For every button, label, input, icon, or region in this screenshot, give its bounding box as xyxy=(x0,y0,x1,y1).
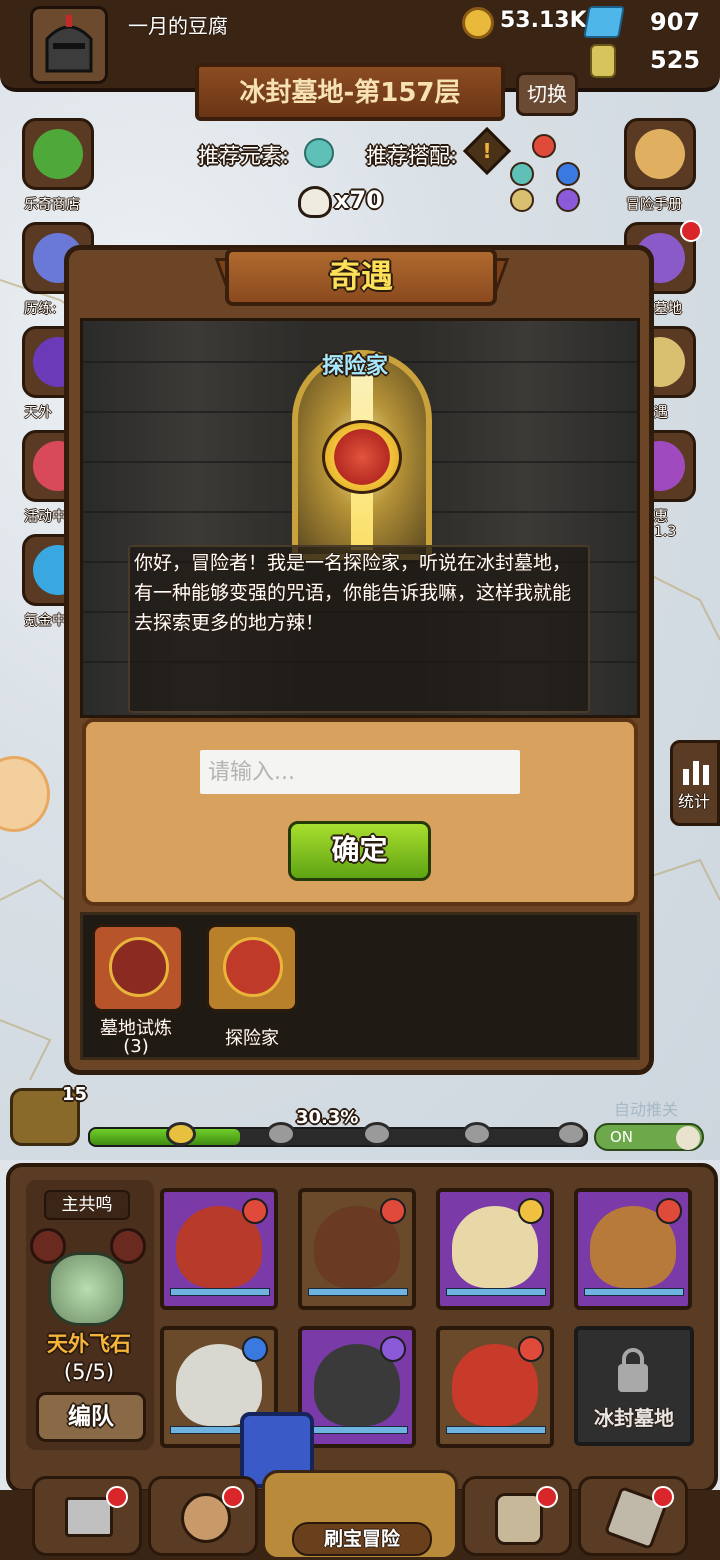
element-icon xyxy=(656,1198,682,1224)
event-count-trial: (3) xyxy=(123,1036,149,1057)
toggle-knob xyxy=(676,1126,700,1150)
element-icon xyxy=(518,1198,544,1224)
side-button-shop[interactable] xyxy=(22,118,94,190)
hero-card-demon-hero[interactable] xyxy=(160,1188,278,1310)
scroll-icon xyxy=(635,129,685,179)
side-label-deals: 惠 xyxy=(654,509,668,525)
side-label-graveyard: 墓地 xyxy=(654,301,682,317)
confirm-button[interactable]: 确定 xyxy=(288,821,431,881)
skull-icon xyxy=(298,186,332,218)
dialog-text: 你好，冒险者！我是一名探险家，听说在冰封墓地，有一种能够变强的咒语，你能告诉我嘛… xyxy=(134,552,572,634)
floor-title: 冰封墓地-第157层 xyxy=(195,63,505,121)
side-label-handbook: 冒险手册 xyxy=(626,197,682,213)
side-label-topup: 氪金中 xyxy=(24,613,66,629)
side-button-handbook[interactable] xyxy=(624,118,696,190)
knight-helmet-icon xyxy=(45,15,93,73)
lock-icon xyxy=(618,1364,648,1392)
clover-icon xyxy=(33,129,83,179)
warning-icon-glyph: ! xyxy=(482,139,492,163)
key-icon xyxy=(266,1122,296,1146)
notification-dot xyxy=(222,1486,244,1508)
hero-level-bar xyxy=(170,1288,270,1296)
locked-slot-label: 冰封墓地 xyxy=(594,1406,674,1430)
shop-icon xyxy=(65,1497,113,1537)
explorer-emblem-icon xyxy=(223,937,283,997)
nav-shop-button[interactable] xyxy=(32,1476,142,1556)
notification-dot xyxy=(652,1486,674,1508)
gold-key-icon xyxy=(166,1122,196,1146)
side-label-event: 活动中 xyxy=(24,509,66,525)
element-icon xyxy=(518,1336,544,1362)
element-icon xyxy=(380,1336,406,1362)
resonance-badge: 主共鸣 xyxy=(44,1190,130,1220)
potion-amount: 525 xyxy=(650,46,701,74)
hero-level-bar xyxy=(446,1288,546,1296)
potion-icon xyxy=(590,44,616,78)
explorer-emblem-icon xyxy=(322,420,402,494)
auto-advance-toggle[interactable]: ON xyxy=(594,1123,704,1151)
hero-card-imp-hero[interactable] xyxy=(436,1326,554,1448)
gold-coin-icon xyxy=(462,7,494,39)
skull-count: x70 xyxy=(334,186,383,214)
nav-heroes-button[interactable] xyxy=(148,1476,258,1556)
event-card-trial[interactable] xyxy=(92,924,184,1012)
hero-level-bar xyxy=(308,1288,408,1296)
key-icon xyxy=(556,1122,586,1146)
event-card-explorer[interactable] xyxy=(206,924,298,1012)
switch-floor-button[interactable]: 切换 xyxy=(516,72,578,116)
element-icon xyxy=(242,1336,268,1362)
hero-card-ninja-hero[interactable] xyxy=(298,1326,416,1448)
wind-element-icon xyxy=(510,162,534,186)
modal-title: 奇遇 xyxy=(225,248,497,306)
hero-level-bar xyxy=(584,1288,684,1296)
hero-level-bar xyxy=(308,1426,408,1434)
hero-card-turban-hero[interactable] xyxy=(574,1188,692,1310)
key-icon xyxy=(362,1122,392,1146)
gem-amount: 907 xyxy=(650,8,701,36)
dark-element-icon xyxy=(556,188,580,212)
hero-card-burnt-hero[interactable] xyxy=(298,1188,416,1310)
sky-stone-icon[interactable] xyxy=(48,1252,126,1326)
side-label-deals-sub: 1.3 xyxy=(654,524,677,540)
gold-amount: 53.13K xyxy=(500,8,587,33)
progress-percent: 30.3% xyxy=(296,1107,359,1128)
toggle-state: ON xyxy=(610,1128,634,1146)
recommended-element-label: 推荐元素: xyxy=(198,144,290,168)
spell-input[interactable] xyxy=(200,750,520,794)
hero-card-king-hero[interactable] xyxy=(436,1188,554,1310)
stone-name: 天外飞石 xyxy=(47,1332,131,1356)
side-label-encounter: 遇 xyxy=(654,405,668,421)
notification-dot xyxy=(106,1486,128,1508)
stats-button[interactable] xyxy=(670,740,720,826)
chest-count: 15 xyxy=(62,1084,88,1105)
auto-advance-label: 自动推关 xyxy=(614,1100,679,1119)
book-icon xyxy=(109,937,169,997)
npc-name: 探险家 xyxy=(322,354,389,379)
nav-backpack-button[interactable] xyxy=(462,1476,572,1556)
notification-dot xyxy=(536,1486,558,1508)
key-icon xyxy=(462,1122,492,1146)
stone-count: (5/5) xyxy=(63,1360,115,1384)
recommended-combo-label: 推荐搭配: xyxy=(366,144,458,168)
hero-level-bar xyxy=(446,1426,546,1434)
event-label-explorer: 探险家 xyxy=(225,1028,279,1049)
bar-chart-icon xyxy=(683,761,709,785)
player-name: 一月的豆腐 xyxy=(128,14,228,38)
earth-element-icon xyxy=(510,188,534,212)
fire-element-icon xyxy=(532,134,556,158)
nav-adventure-label: 刷宝冒险 xyxy=(292,1522,432,1556)
side-label-training: 历练: xyxy=(24,301,57,317)
water-element-icon xyxy=(556,162,580,186)
nav-forge-button[interactable] xyxy=(578,1476,688,1556)
wind-element-icon xyxy=(304,138,334,168)
notification-dot xyxy=(680,220,702,242)
gem-icon xyxy=(583,6,625,38)
side-label-shop: 乐奇商店 xyxy=(24,197,80,213)
element-icon xyxy=(380,1198,406,1224)
element-icon xyxy=(242,1198,268,1224)
player-avatar[interactable] xyxy=(30,6,108,84)
stats-label: 统计 xyxy=(678,792,711,811)
team-edit-button[interactable]: 编队 xyxy=(36,1392,146,1442)
side-label-sky: 天外 xyxy=(24,405,52,421)
